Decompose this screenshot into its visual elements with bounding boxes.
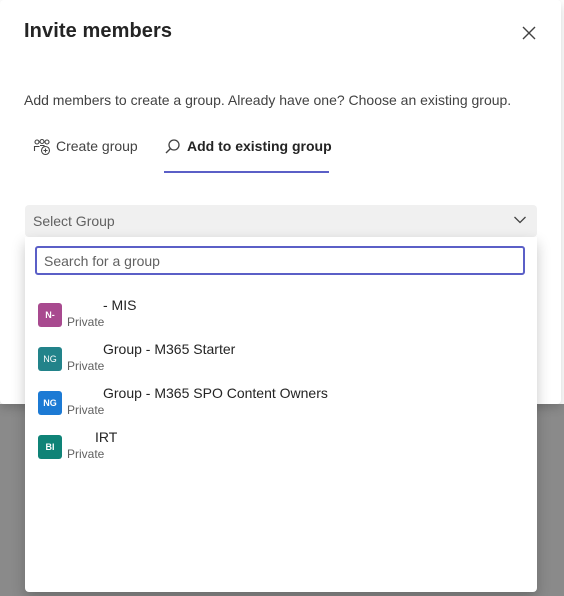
group-list-item[interactable]: BI IRT Private <box>25 429 537 473</box>
dialog-title: Invite members <box>24 20 173 42</box>
tab-add-to-existing-group[interactable]: Add to existing group <box>164 138 332 174</box>
active-tab-indicator <box>164 171 329 173</box>
search-icon <box>164 138 182 156</box>
group-name: Group - M365 SPO Content Owners <box>103 385 328 401</box>
group-name: IRT <box>95 429 118 445</box>
chevron-down-icon <box>514 216 526 224</box>
search-group-input[interactable] <box>35 246 525 275</box>
group-list-item[interactable]: NG Group - M365 Starter Private <box>25 341 537 385</box>
dialog-description: Add members to create a group. Already h… <box>24 92 512 108</box>
group-name: Group - M365 Starter <box>103 341 236 357</box>
group-privacy: Private <box>67 447 105 461</box>
close-icon <box>522 26 536 40</box>
group-privacy: Private <box>67 403 105 417</box>
select-group-dropdown[interactable]: Select Group <box>25 205 537 237</box>
group-name: - MIS <box>103 297 137 313</box>
group-avatar: NG <box>38 347 62 371</box>
group-list-item[interactable]: N- - MIS Private <box>25 297 537 341</box>
group-dropdown-list: N- - MIS Private NG Group - M365 Starter… <box>25 237 537 592</box>
tab-add-to-existing-group-label: Add to existing group <box>187 138 332 154</box>
group-avatar: BI <box>38 435 62 459</box>
people-add-icon <box>33 138 51 156</box>
tab-create-group[interactable]: Create group <box>33 138 138 174</box>
group-avatar: N- <box>38 303 62 327</box>
tab-create-group-label: Create group <box>56 138 138 154</box>
group-privacy: Private <box>67 359 105 373</box>
close-button[interactable] <box>516 20 542 46</box>
group-avatar: NG <box>38 391 62 415</box>
group-privacy: Private <box>67 315 105 329</box>
select-group-value: Select Group <box>33 213 115 229</box>
group-list-item[interactable]: NG Group - M365 SPO Content Owners Priva… <box>25 385 537 429</box>
